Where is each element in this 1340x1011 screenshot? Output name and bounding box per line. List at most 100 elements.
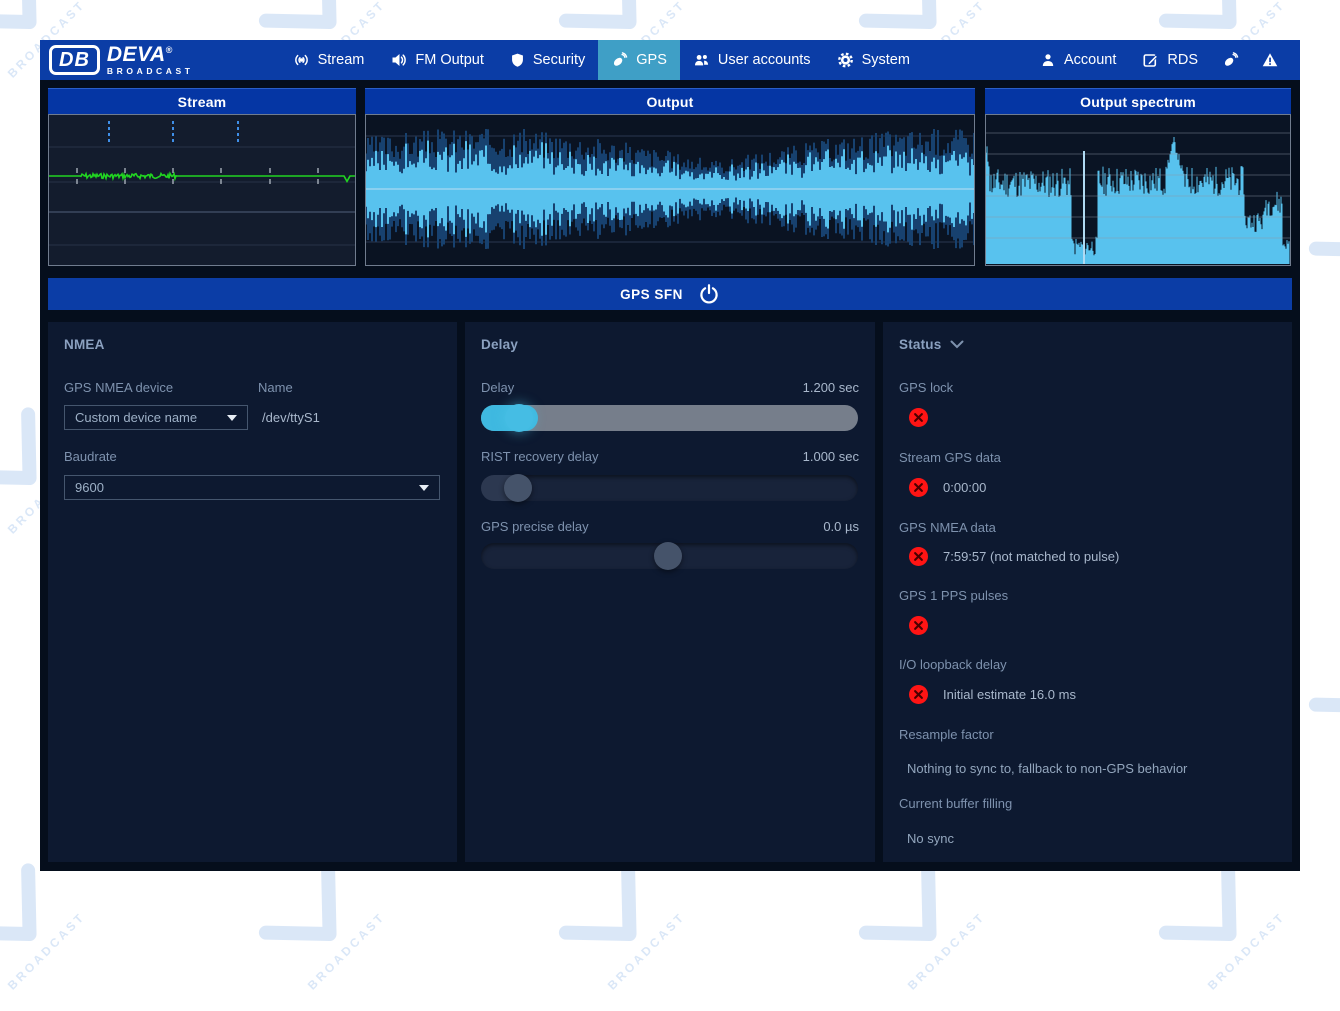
- gps-sfn-bar: GPS SFN: [48, 278, 1292, 310]
- panel-title-spectrum: Output spectrum: [985, 88, 1291, 114]
- chevron-down-icon: [227, 415, 237, 421]
- delay-slider-value: 1.200 sec: [803, 380, 859, 395]
- person-icon: [1040, 52, 1056, 68]
- gps-1pps-label: GPS 1 PPS pulses: [899, 588, 1008, 603]
- resample-factor-value: Nothing to sync to, fallback to non-GPS …: [907, 761, 1187, 776]
- error-indicator-icon: [909, 478, 928, 497]
- delay-section-title: Delay: [481, 337, 518, 352]
- app-window: DB DEVA® BROADCAST Stream FM Output: [40, 40, 1300, 871]
- stream-gps-data-label: Stream GPS data: [899, 450, 1001, 465]
- gps-nmea-device-value: Custom device name: [75, 410, 197, 425]
- slider-thumb[interactable]: [654, 542, 682, 570]
- status-section-title: Status: [899, 337, 964, 352]
- device-name-value: /dev/ttyS1: [262, 410, 320, 425]
- nav-rds-label: RDS: [1167, 52, 1198, 68]
- nav-tab-system[interactable]: System: [824, 40, 923, 80]
- gps-precise-delay-value: 0.0 µs: [823, 519, 859, 534]
- nav-right-group: Account RDS: [1027, 40, 1300, 80]
- nav-account[interactable]: Account: [1027, 40, 1129, 80]
- error-indicator-icon: [909, 685, 928, 704]
- gps-lock-label: GPS lock: [899, 380, 953, 395]
- nav-rds[interactable]: RDS: [1129, 40, 1211, 80]
- nav-tab-gps[interactable]: GPS: [598, 40, 680, 80]
- status-title-text: Status: [899, 337, 941, 352]
- nav-tab-fm-output[interactable]: FM Output: [377, 40, 497, 80]
- alert-icon: [1261, 52, 1279, 68]
- stream-level-chart: [48, 114, 356, 266]
- delay-slider-label: Delay: [481, 380, 514, 395]
- deva-logo: DB DEVA® BROADCAST: [49, 44, 194, 76]
- chevron-down-icon: [419, 485, 429, 491]
- resample-factor-label: Resample factor: [899, 727, 994, 742]
- gps-nmea-device-select[interactable]: Custom device name: [64, 405, 248, 430]
- nav-account-label: Account: [1064, 52, 1116, 68]
- stream-gps-data-value: 0:00:00: [943, 480, 986, 495]
- db-logo-mark: DB: [49, 45, 100, 75]
- alerts-button[interactable]: [1250, 40, 1290, 80]
- baudrate-value: 9600: [75, 480, 104, 495]
- nav-tab-label: FM Output: [415, 52, 484, 68]
- svg-text:BROADCAST: BROADCAST: [305, 909, 388, 992]
- output-waveform-chart: [365, 114, 975, 266]
- nav-tab-label: Stream: [318, 52, 365, 68]
- svg-text:BROADCAST: BROADCAST: [5, 909, 88, 992]
- speaker-icon: [390, 52, 407, 68]
- status-section: Status GPS lock Stream GPS data 0:00:00 …: [883, 322, 1292, 862]
- gps-precise-delay-slider[interactable]: [481, 543, 858, 569]
- nav-tab-label: Security: [533, 52, 585, 68]
- current-buffer-filling-value: No sync: [907, 831, 954, 846]
- name-label: Name: [258, 380, 293, 395]
- nmea-section: NMEA GPS NMEA device Name Custom device …: [48, 322, 457, 862]
- svg-text:BROADCAST: BROADCAST: [905, 909, 988, 992]
- power-toggle-button[interactable]: [698, 283, 720, 305]
- slider-thumb[interactable]: [504, 474, 532, 502]
- gps-nmea-data-value: 7:59:57 (not matched to pulse): [943, 549, 1119, 564]
- gps-nmea-data-label: GPS NMEA data: [899, 520, 996, 535]
- error-indicator-icon: [909, 616, 928, 635]
- panel-title-output: Output: [365, 88, 975, 114]
- gps-status-button[interactable]: [1211, 40, 1250, 80]
- broadcast-icon: [293, 52, 310, 68]
- nav-main-tabs: Stream FM Output Security GPS: [280, 40, 923, 80]
- rist-recovery-delay-slider[interactable]: [481, 475, 858, 501]
- error-indicator-icon: [909, 408, 928, 427]
- nav-tab-label: GPS: [636, 52, 667, 68]
- baudrate-label: Baudrate: [64, 449, 117, 464]
- gps-precise-delay-label: GPS precise delay: [481, 519, 589, 534]
- gps-sfn-label: GPS SFN: [620, 287, 683, 302]
- nav-tab-stream[interactable]: Stream: [280, 40, 378, 80]
- error-indicator-icon: [909, 547, 928, 566]
- nav-tab-user-accounts[interactable]: User accounts: [680, 40, 824, 80]
- nav-tab-label: User accounts: [718, 52, 811, 68]
- output-spectrum-chart: [985, 114, 1291, 266]
- gps-nmea-device-label: GPS NMEA device: [64, 380, 173, 395]
- nav-tab-label: System: [862, 52, 910, 68]
- users-icon: [693, 52, 710, 68]
- power-icon: [698, 283, 720, 305]
- delay-section: Delay Delay 1.200 sec RIST recovery dela…: [465, 322, 875, 862]
- output-panel: Output: [365, 88, 975, 266]
- shield-icon: [510, 52, 525, 68]
- svg-text:BROADCAST: BROADCAST: [605, 909, 688, 992]
- nmea-section-title: NMEA: [64, 337, 105, 352]
- satellite-icon: [1222, 52, 1239, 68]
- rist-recovery-delay-value: 1.000 sec: [803, 449, 859, 464]
- output-spectrum-panel: Output spectrum: [985, 88, 1291, 266]
- satellite-icon: [611, 52, 628, 68]
- chevron-down-icon: [950, 340, 964, 349]
- panel-title-stream: Stream: [48, 88, 356, 114]
- collapse-toggle[interactable]: [950, 340, 964, 349]
- current-buffer-filling-label: Current buffer filling: [899, 796, 1012, 811]
- logo-subtitle: BROADCAST: [107, 67, 194, 76]
- baudrate-select[interactable]: 9600: [64, 475, 440, 500]
- stream-panel: Stream: [48, 88, 356, 266]
- svg-text:BROADCAST: BROADCAST: [1205, 909, 1288, 992]
- edit-icon: [1142, 52, 1159, 68]
- io-loopback-delay-value: Initial estimate 16.0 ms: [943, 687, 1076, 702]
- gear-icon: [837, 52, 854, 68]
- logo-brand: DEVA®: [107, 44, 194, 65]
- nav-tab-security[interactable]: Security: [497, 40, 598, 80]
- delay-slider[interactable]: [481, 405, 858, 431]
- rist-recovery-delay-label: RIST recovery delay: [481, 449, 599, 464]
- top-navigation: DB DEVA® BROADCAST Stream FM Output: [40, 40, 1300, 80]
